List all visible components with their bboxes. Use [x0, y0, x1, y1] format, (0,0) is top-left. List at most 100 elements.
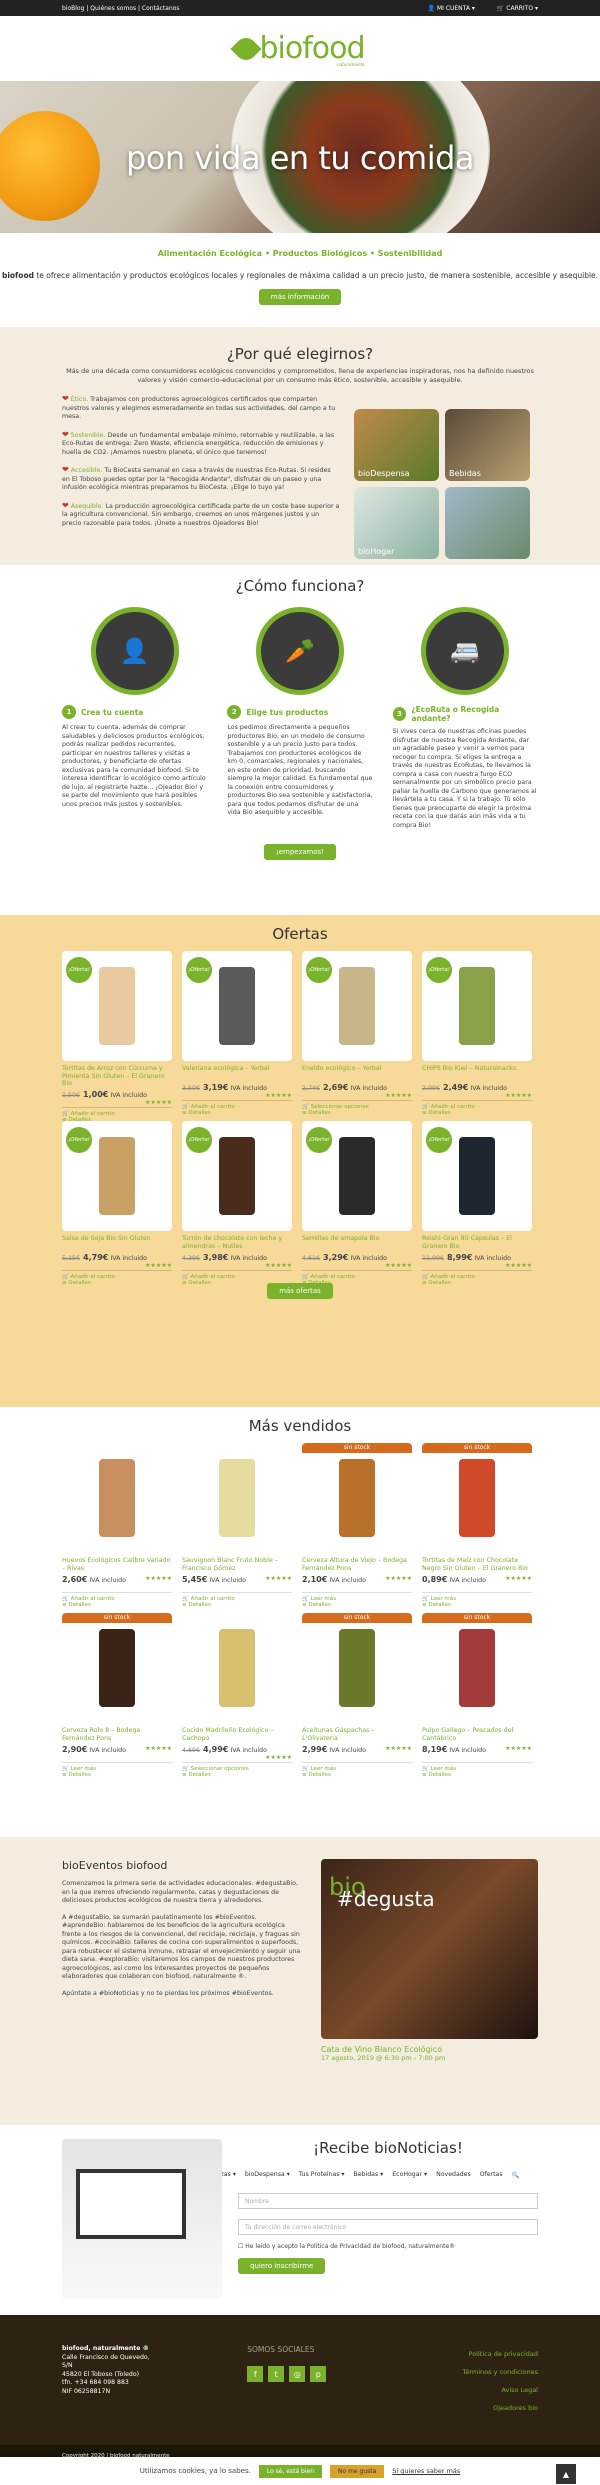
product-name[interactable]: Aceitunas Gáspachas – L'Olivateria: [302, 1727, 412, 1743]
product-image[interactable]: [182, 1613, 292, 1723]
details-link[interactable]: ≡ Detalles: [62, 1602, 172, 1608]
name-field[interactable]: Nombre: [238, 2193, 538, 2209]
menu-item[interactable]: EcoHogar ▾: [392, 2171, 427, 2179]
product-card[interactable]: Sauvignon Blanc Fruto Noble – Francisco …: [182, 1443, 292, 1608]
cart-link[interactable]: 🛒 CARRITO ▾: [497, 5, 538, 12]
add-to-cart-link[interactable]: 🛒 Seleccionar opciones: [182, 1762, 292, 1772]
product-name[interactable]: Tortitas de Maíz con Chocolate Negro Sin…: [422, 1557, 532, 1573]
product-image[interactable]: ¡Oferta!: [182, 1121, 292, 1231]
details-link[interactable]: ≡ Detalles: [302, 1110, 412, 1116]
product-card[interactable]: ¡Oferta! Reishi-Gran 90 Cápsulas – El Gra…: [422, 1121, 532, 1286]
details-link[interactable]: ≡ Detalles: [62, 1280, 172, 1286]
product-card[interactable]: ¡Oferta! Salsa de Soja Bio Sin Gluten 5,15…: [62, 1121, 172, 1286]
product-card[interactable]: ¡Oferta! CHIPS Bio Kiwi – Naturalnacks 2,9…: [422, 951, 532, 1116]
consent-checkbox[interactable]: ☐ He leído y acepto la Política de Priva…: [238, 2243, 538, 2250]
product-image[interactable]: ¡Oferta!: [302, 951, 412, 1061]
product-name[interactable]: Cerveza Rolo 8 – Bodega Fernández Pons: [62, 1727, 172, 1743]
details-link[interactable]: ≡ Detalles: [422, 1772, 532, 1778]
instagram-icon[interactable]: ◎: [289, 2366, 306, 2382]
product-image[interactable]: sin stock: [422, 1443, 532, 1553]
details-link[interactable]: ≡ Detalles: [422, 1602, 532, 1608]
product-image[interactable]: sin stock: [302, 1613, 412, 1723]
product-name[interactable]: Tortitas de Arroz con Cúrcuma y Pimienta…: [62, 1065, 172, 1088]
product-card[interactable]: sin stock Aceitunas Gáspachas – L'Olivate…: [302, 1613, 412, 1778]
product-image[interactable]: [182, 1443, 292, 1553]
tile-biohogar[interactable]: bioHogar: [354, 487, 439, 559]
details-link[interactable]: ≡ Detalles: [182, 1602, 292, 1608]
product-image[interactable]: sin stock: [302, 1443, 412, 1553]
event-title[interactable]: Cata de Vino Blanco Ecológico: [321, 2045, 538, 2054]
menu-item[interactable]: Bebidas ▾: [354, 2171, 384, 2179]
cookie-reject-button[interactable]: No me gusta: [330, 2464, 385, 2478]
cookie-more-link[interactable]: Si quieres saber más: [392, 2467, 460, 2475]
search-icon[interactable]: 🔍: [512, 2171, 520, 2179]
product-name[interactable]: Semillas de amapola Bio: [302, 1235, 412, 1251]
product-name[interactable]: Cerveza Altura de Viejo – Bodega Fernánd…: [302, 1557, 412, 1573]
add-to-cart-link[interactable]: 🛒 Añadir al carrito: [182, 1270, 292, 1280]
start-button[interactable]: ¡empezamos!: [263, 844, 337, 860]
product-card[interactable]: ¡Oferta! Valeriana ecológica – Yerbal 3,50…: [182, 951, 292, 1116]
event-image[interactable]: #degusta bio: [320, 1859, 538, 2039]
details-link[interactable]: ≡ Detalles: [182, 1772, 292, 1778]
tile-bebidas[interactable]: Bebidas: [445, 409, 530, 481]
product-card[interactable]: sin stock Cerveza Rolo 8 – Bodega Fernánd…: [62, 1613, 172, 1778]
product-card[interactable]: ¡Oferta! Tortitas de Arroz con Cúrcuma y …: [62, 951, 172, 1123]
cookie-accept-button[interactable]: Lo sé, está bien: [258, 2464, 323, 2478]
add-to-cart-link[interactable]: 🛒 Leer más: [422, 1762, 532, 1772]
details-link[interactable]: ≡ Detalles: [302, 1602, 412, 1608]
footer-link[interactable]: Política de privacidad: [463, 2345, 539, 2363]
product-card[interactable]: Cocido Madrileño Ecológico – Cachopo 4,69…: [182, 1613, 292, 1778]
add-to-cart-link[interactable]: 🛒 Seleccionar opciones: [302, 1100, 412, 1110]
facebook-icon[interactable]: f: [247, 2366, 264, 2382]
details-link[interactable]: ≡ Detalles: [62, 1772, 172, 1778]
product-card[interactable]: sin stock Tortitas de Maíz con Chocolate …: [422, 1443, 532, 1608]
add-to-cart-link[interactable]: 🛒 Leer más: [422, 1592, 532, 1602]
product-card[interactable]: sin stock Pulpo Gallego – Pescados del Ca…: [422, 1613, 532, 1778]
add-to-cart-link[interactable]: 🛒 Añadir al carrito: [62, 1106, 172, 1117]
email-field[interactable]: Tu dirección de correo electrónico: [238, 2219, 538, 2235]
account-link[interactable]: 👤 MI CUENTA ▾: [428, 5, 475, 12]
add-to-cart-link[interactable]: 🛒 Añadir al carrito: [182, 1100, 292, 1110]
top-links[interactable]: bioBlog | Quiénes somos | Contáctanos: [62, 5, 180, 12]
add-to-cart-link[interactable]: 🛒 Añadir al carrito: [62, 1592, 172, 1602]
product-card[interactable]: ¡Oferta! Turrón de chocolate con leche y …: [182, 1121, 292, 1286]
product-name[interactable]: Cocido Madrileño Ecológico – Cachopo: [182, 1727, 292, 1743]
product-image[interactable]: ¡Oferta!: [422, 1121, 532, 1231]
add-to-cart-link[interactable]: 🛒 Añadir al carrito: [422, 1270, 532, 1280]
footer-link[interactable]: Ojeadores bio: [463, 2399, 538, 2417]
product-name[interactable]: Eneldo ecológico – Yerbal: [302, 1065, 412, 1081]
product-name[interactable]: Turrón de chocolate con leche y almendra…: [182, 1235, 292, 1251]
details-link[interactable]: ≡ Detalles: [302, 1772, 412, 1778]
add-to-cart-link[interactable]: 🛒 Leer más: [62, 1762, 172, 1772]
footer-link[interactable]: Aviso Legal: [463, 2381, 538, 2399]
subscribe-button[interactable]: quiero inscribirme: [238, 2258, 326, 2274]
menu-item[interactable]: Ofertas: [480, 2171, 503, 2179]
menu-item[interactable]: Novedades: [436, 2171, 471, 2179]
product-card[interactable]: ¡Oferta! Semillas de amapola Bio 4,61€ 3,29…: [302, 1121, 412, 1286]
product-card[interactable]: ¡Oferta! Eneldo ecológico – Yerbal 2,74€ 2,…: [302, 951, 412, 1116]
details-link[interactable]: ≡ Detalles: [422, 1280, 532, 1286]
details-link[interactable]: ≡ Detalles: [422, 1110, 532, 1116]
product-image[interactable]: ¡Oferta!: [182, 951, 292, 1061]
scroll-top-button[interactable]: ▲: [556, 2464, 576, 2484]
product-image[interactable]: ¡Oferta!: [422, 951, 532, 1061]
more-info-button[interactable]: más información: [258, 289, 342, 305]
twitter-icon[interactable]: t: [268, 2366, 285, 2382]
details-link[interactable]: ≡ Detalles: [182, 1110, 292, 1116]
product-image[interactable]: [62, 1443, 172, 1553]
menu-item[interactable]: bioDespensa ▾: [245, 2171, 290, 2179]
details-link[interactable]: ≡ Detalles: [182, 1280, 292, 1286]
add-to-cart-link[interactable]: 🛒 Añadir al carrito: [182, 1592, 292, 1602]
add-to-cart-link[interactable]: 🛒 Leer más: [302, 1592, 412, 1602]
product-image[interactable]: ¡Oferta!: [62, 951, 172, 1061]
add-to-cart-link[interactable]: 🛒 Añadir al carrito: [422, 1100, 532, 1110]
menu-item[interactable]: Tus Proteínas ▾: [299, 2171, 345, 2179]
product-name[interactable]: Salsa de Soja Bio Sin Gluten: [62, 1235, 172, 1251]
tile-extra[interactable]: [445, 487, 530, 559]
product-name[interactable]: CHIPS Bio Kiwi – Naturalnacks: [422, 1065, 532, 1081]
footer-link[interactable]: Términos y condiciones: [463, 2363, 539, 2381]
product-image[interactable]: sin stock: [422, 1613, 532, 1723]
product-name[interactable]: Reishi-Gran 90 Cápsulas – El Granero Bio: [422, 1235, 532, 1251]
product-name[interactable]: Sauvignon Blanc Fruto Noble – Francisco …: [182, 1557, 292, 1573]
add-to-cart-link[interactable]: 🛒 Añadir al carrito: [62, 1270, 172, 1280]
